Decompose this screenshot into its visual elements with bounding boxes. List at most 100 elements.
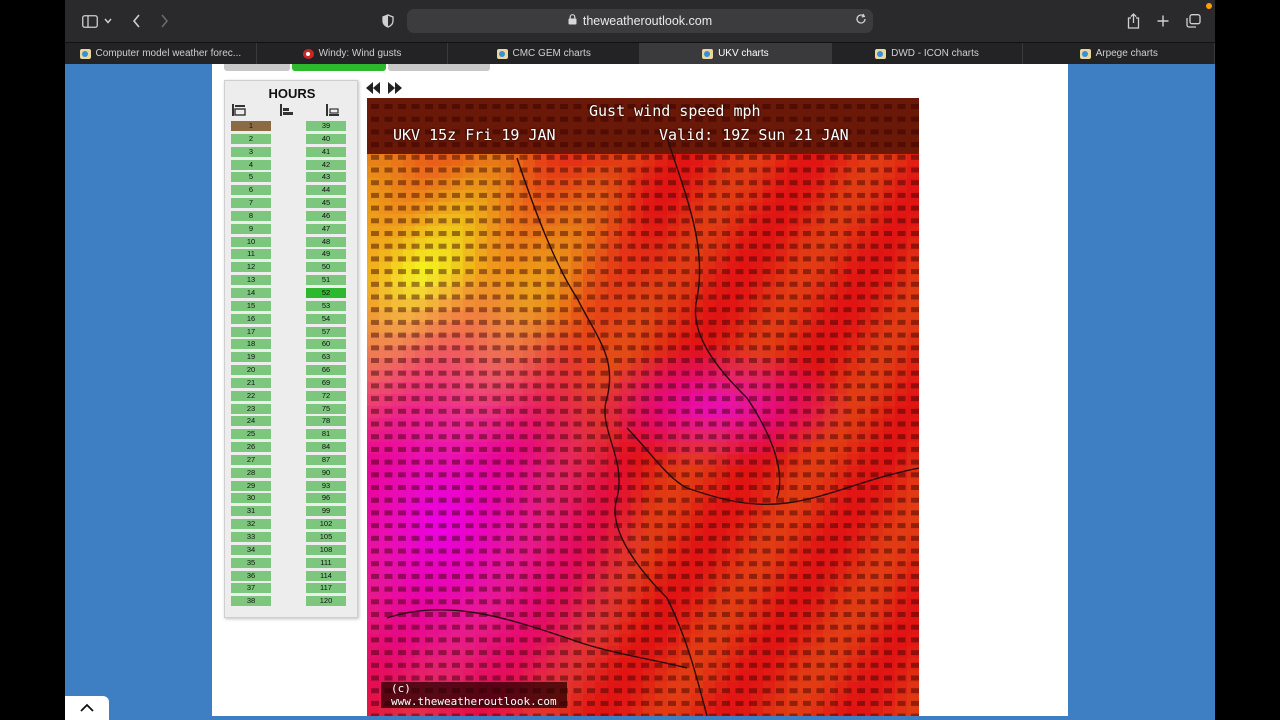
hour-cell[interactable]: 46 (306, 210, 346, 221)
hour-cell[interactable]: 47 (306, 223, 346, 234)
hour-cell[interactable]: 9 (231, 223, 271, 234)
hour-cell[interactable]: 50 (306, 262, 346, 273)
hour-cell[interactable]: 52 (306, 287, 346, 298)
previous-frame-icon[interactable] (365, 81, 381, 95)
hour-cell[interactable]: 44 (306, 185, 346, 196)
tab-computer-model[interactable]: Computer model weather forec... (65, 43, 257, 64)
hour-cell[interactable]: 29 (231, 480, 271, 491)
last-hour-icon[interactable] (326, 103, 340, 116)
privacy-shield-icon[interactable] (380, 10, 396, 32)
hour-cell[interactable]: 34 (231, 544, 271, 555)
hour-cell[interactable]: 48 (306, 236, 346, 247)
chart-type-tab[interactable] (224, 64, 290, 71)
hour-cell[interactable]: 14 (231, 287, 271, 298)
hour-cell[interactable]: 1 (231, 121, 271, 131)
chart-type-tab[interactable] (388, 64, 490, 71)
hour-cell[interactable]: 66 (306, 365, 346, 376)
hour-cell[interactable]: 10 (231, 236, 271, 247)
back-icon[interactable] (129, 10, 143, 32)
hour-cell[interactable]: 75 (306, 403, 346, 414)
tab-arpege[interactable]: Arpege charts (1023, 43, 1215, 64)
hour-cell[interactable]: 20 (231, 365, 271, 376)
forward-icon[interactable] (157, 10, 171, 32)
tab-cmc-gem[interactable]: CMC GEM charts (448, 43, 641, 64)
hour-cell[interactable]: 24 (231, 416, 271, 427)
hour-cell[interactable]: 45 (306, 198, 346, 209)
address-bar[interactable]: theweatheroutlook.com (407, 9, 873, 33)
hour-cell[interactable]: 7 (231, 198, 271, 209)
hour-cell[interactable]: 31 (231, 506, 271, 517)
first-hour-icon[interactable] (232, 103, 246, 116)
hour-cell[interactable]: 15 (231, 300, 271, 311)
hour-cell[interactable]: 63 (306, 352, 346, 363)
scroll-to-top-button[interactable] (65, 696, 109, 720)
hour-cell[interactable]: 57 (306, 326, 346, 337)
hour-cell[interactable]: 8 (231, 210, 271, 221)
hour-cell[interactable]: 2 (231, 133, 271, 144)
hour-cell[interactable]: 108 (306, 544, 346, 555)
hour-cell[interactable]: 72 (306, 390, 346, 401)
hour-cell[interactable]: 78 (306, 416, 346, 427)
hour-cell[interactable]: 6 (231, 185, 271, 196)
tab-dwd-icon[interactable]: DWD - ICON charts (832, 43, 1024, 64)
hour-cell[interactable]: 5 (231, 172, 271, 183)
hour-cell[interactable]: 81 (306, 429, 346, 440)
hour-cell[interactable]: 54 (306, 313, 346, 324)
hour-cell[interactable]: 49 (306, 249, 346, 260)
sidebar-toggle-icon[interactable] (81, 10, 99, 32)
hour-cell[interactable]: 32 (231, 519, 271, 530)
hour-cell[interactable]: 28 (231, 467, 271, 478)
hour-cell[interactable]: 37 (231, 583, 271, 594)
hour-cell[interactable]: 16 (231, 313, 271, 324)
hour-cell[interactable]: 41 (306, 146, 346, 157)
hours-column-icon[interactable] (280, 103, 294, 116)
hour-cell[interactable]: 22 (231, 390, 271, 401)
hour-cell[interactable]: 114 (306, 570, 346, 581)
hour-cell[interactable]: 30 (231, 493, 271, 504)
hour-cell[interactable]: 69 (306, 377, 346, 388)
reload-icon[interactable] (855, 13, 867, 28)
hour-cell[interactable]: 84 (306, 442, 346, 453)
hour-cell[interactable]: 12 (231, 262, 271, 273)
hour-cell[interactable]: 117 (306, 583, 346, 594)
hour-cell[interactable]: 53 (306, 300, 346, 311)
hour-cell[interactable]: 38 (231, 596, 271, 607)
tab-windy[interactable]: Windy: Wind gusts (257, 43, 449, 64)
hour-cell[interactable]: 87 (306, 454, 346, 465)
tab-overview-icon[interactable] (1184, 10, 1202, 32)
hour-cell[interactable]: 4 (231, 159, 271, 170)
hour-cell[interactable]: 36 (231, 570, 271, 581)
hour-cell[interactable]: 33 (231, 532, 271, 542)
hour-cell[interactable]: 90 (306, 467, 346, 478)
hour-cell[interactable]: 18 (231, 339, 271, 350)
hour-cell[interactable]: 19 (231, 352, 271, 363)
hour-cell[interactable]: 25 (231, 429, 271, 440)
hour-cell[interactable]: 27 (231, 454, 271, 465)
hour-cell[interactable]: 99 (306, 506, 346, 517)
hour-cell[interactable]: 105 (306, 532, 346, 542)
chart-type-tab-active[interactable] (292, 64, 386, 71)
hour-cell[interactable]: 93 (306, 480, 346, 491)
hour-cell[interactable]: 42 (306, 159, 346, 170)
next-frame-icon[interactable] (387, 81, 403, 95)
hour-cell[interactable]: 51 (306, 275, 346, 286)
hour-cell[interactable]: 39 (306, 121, 346, 131)
hour-cell[interactable]: 21 (231, 377, 271, 388)
hour-cell[interactable]: 17 (231, 326, 271, 337)
hour-cell[interactable]: 111 (306, 557, 346, 568)
new-tab-icon[interactable] (1155, 10, 1171, 32)
hour-cell[interactable]: 43 (306, 172, 346, 183)
hour-cell[interactable]: 26 (231, 442, 271, 453)
hour-cell[interactable]: 35 (231, 557, 271, 568)
hour-cell[interactable]: 120 (306, 596, 346, 607)
chevron-down-icon[interactable] (103, 10, 113, 32)
share-icon[interactable] (1125, 10, 1141, 32)
hour-cell[interactable]: 11 (231, 249, 271, 260)
hour-cell[interactable]: 96 (306, 493, 346, 504)
hour-cell[interactable]: 13 (231, 275, 271, 286)
hour-cell[interactable]: 102 (306, 519, 346, 530)
hour-cell[interactable]: 3 (231, 146, 271, 157)
hour-cell[interactable]: 60 (306, 339, 346, 350)
tab-ukv[interactable]: UKV charts (640, 43, 832, 64)
hour-cell[interactable]: 40 (306, 133, 346, 144)
